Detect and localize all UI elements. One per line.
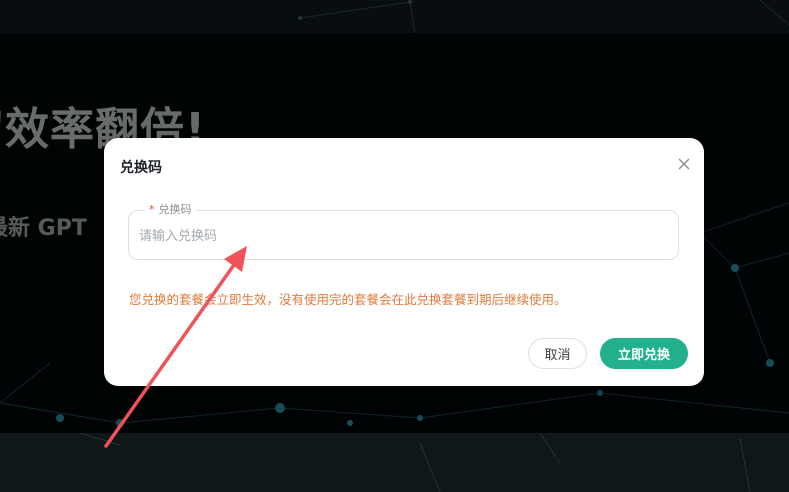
redeem-code-dialog: 兑换码 *兑换码 您兑换的套餐会立即生效，没有使用完的套餐会在此兑换套餐到期后继… [104,138,704,386]
close-icon[interactable] [676,156,692,172]
redeem-now-button[interactable]: 立即兑换 [600,338,688,369]
redeem-code-field: * 兑换码 [128,203,679,260]
redeem-code-label: * 兑换码 [145,203,196,217]
redeem-notice: 您兑换的套餐会立即生效，没有使用完的套餐会在此兑换套餐到期后继续使用。 [129,292,567,307]
dialog-title: 兑换码 [120,160,162,176]
required-mark: * [149,203,155,216]
redeem-code-input[interactable] [137,223,661,249]
cancel-button[interactable]: 取消 [528,338,587,369]
field-label-text: 兑换码 [158,203,192,216]
